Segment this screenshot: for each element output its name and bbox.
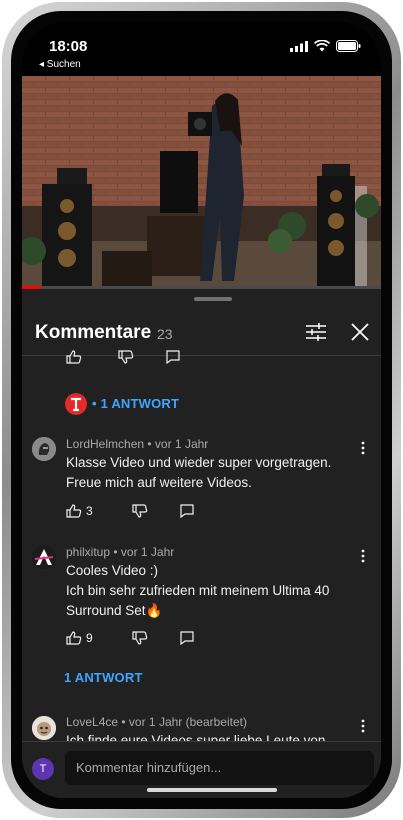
like-icon[interactable] bbox=[66, 350, 82, 364]
dislike-icon[interactable] bbox=[132, 504, 148, 518]
status-time: 18:08 bbox=[49, 38, 88, 55]
user-avatar: T bbox=[32, 758, 54, 780]
dislike-icon[interactable] bbox=[132, 631, 148, 645]
comment-age: • vor 1 Jahr (bearbeitet) bbox=[121, 715, 247, 729]
avatar[interactable] bbox=[32, 716, 56, 740]
comment-age: • vor 1 Jahr bbox=[147, 437, 209, 451]
teufel-logo-icon bbox=[71, 397, 81, 412]
comment-text: Cooles Video :) Ich bin sehr zufrieden m… bbox=[66, 561, 366, 621]
comments-panel: Kommentare 23 • 1 ANTWORT LordHelmchen •… bbox=[22, 289, 381, 798]
status-icons bbox=[290, 40, 361, 52]
creator-reply-avatar bbox=[65, 393, 87, 415]
comment-author[interactable]: philxitup bbox=[66, 545, 110, 559]
comment-text-line: Freue mich auf weitere Videos. bbox=[66, 475, 252, 490]
battery-icon bbox=[336, 40, 361, 52]
comment-text: Klasse Video und wieder super vorgetrage… bbox=[66, 453, 366, 493]
video-player[interactable] bbox=[22, 76, 381, 286]
add-comment-input[interactable]: Kommentar hinzufügen... bbox=[65, 751, 374, 785]
like-count: 9 bbox=[86, 631, 93, 645]
like-count: 3 bbox=[86, 504, 93, 518]
reply-icon[interactable] bbox=[180, 504, 194, 518]
cartoon-avatar-icon bbox=[32, 716, 56, 740]
cellular-signal-icon bbox=[290, 40, 308, 52]
helmet-avatar-icon bbox=[32, 437, 56, 461]
comments-count: 23 bbox=[157, 326, 173, 342]
comment-actions: 3 bbox=[66, 503, 194, 519]
comment-meta: LoveL4ce • vor 1 Jahr (bearbeitet) bbox=[66, 715, 247, 729]
comment-meta: LordHelmchen • vor 1 Jahr bbox=[66, 437, 208, 451]
triangle-logo-avatar-icon bbox=[34, 549, 54, 565]
back-to-search-link[interactable]: ◂ Suchen bbox=[39, 59, 81, 70]
reply-icon[interactable] bbox=[180, 631, 194, 645]
comments-title: Kommentare bbox=[35, 322, 152, 343]
avatar[interactable] bbox=[32, 437, 56, 461]
comment-text-line: Cooles Video :) bbox=[66, 563, 159, 578]
comment-text-line: Klasse Video und wieder super vorgetrage… bbox=[66, 455, 332, 470]
avatar[interactable] bbox=[32, 545, 56, 569]
home-indicator bbox=[147, 788, 277, 792]
phone-frame: 18:08 ◂ Suchen Kommentare 23 • 1 ANTWORT… bbox=[2, 2, 401, 818]
comment-author[interactable]: LoveL4ce bbox=[66, 715, 118, 729]
view-replies-link-2[interactable]: 1 ANTWORT bbox=[64, 670, 143, 685]
reply-icon[interactable] bbox=[166, 350, 180, 364]
comment-actions: 9 bbox=[66, 630, 194, 646]
view-replies-link-1[interactable]: • 1 ANTWORT bbox=[92, 396, 179, 411]
comment-text-line: Ich bin sehr zufrieden mit meinem Ultima… bbox=[66, 583, 330, 598]
screen: 18:08 ◂ Suchen Kommentare 23 • 1 ANTWORT… bbox=[22, 22, 381, 798]
like-icon[interactable] bbox=[66, 631, 82, 645]
phone-bezel: 18:08 ◂ Suchen Kommentare 23 • 1 ANTWORT… bbox=[11, 11, 392, 809]
status-bar: 18:08 ◂ Suchen bbox=[22, 22, 381, 76]
sort-filter-icon[interactable] bbox=[305, 322, 327, 342]
wifi-icon bbox=[314, 40, 330, 52]
previous-comment-actions bbox=[66, 349, 180, 365]
dislike-icon[interactable] bbox=[118, 350, 134, 364]
close-icon[interactable] bbox=[349, 321, 371, 343]
comment-age: • vor 1 Jahr bbox=[113, 545, 175, 559]
comment-author[interactable]: LordHelmchen bbox=[66, 437, 144, 451]
video-thumbnail bbox=[22, 76, 381, 286]
comment-meta: philxitup • vor 1 Jahr bbox=[66, 545, 174, 559]
comment-text-line: Surround Set🔥 bbox=[66, 603, 163, 618]
like-icon[interactable] bbox=[66, 504, 82, 518]
drag-handle[interactable] bbox=[194, 297, 232, 301]
